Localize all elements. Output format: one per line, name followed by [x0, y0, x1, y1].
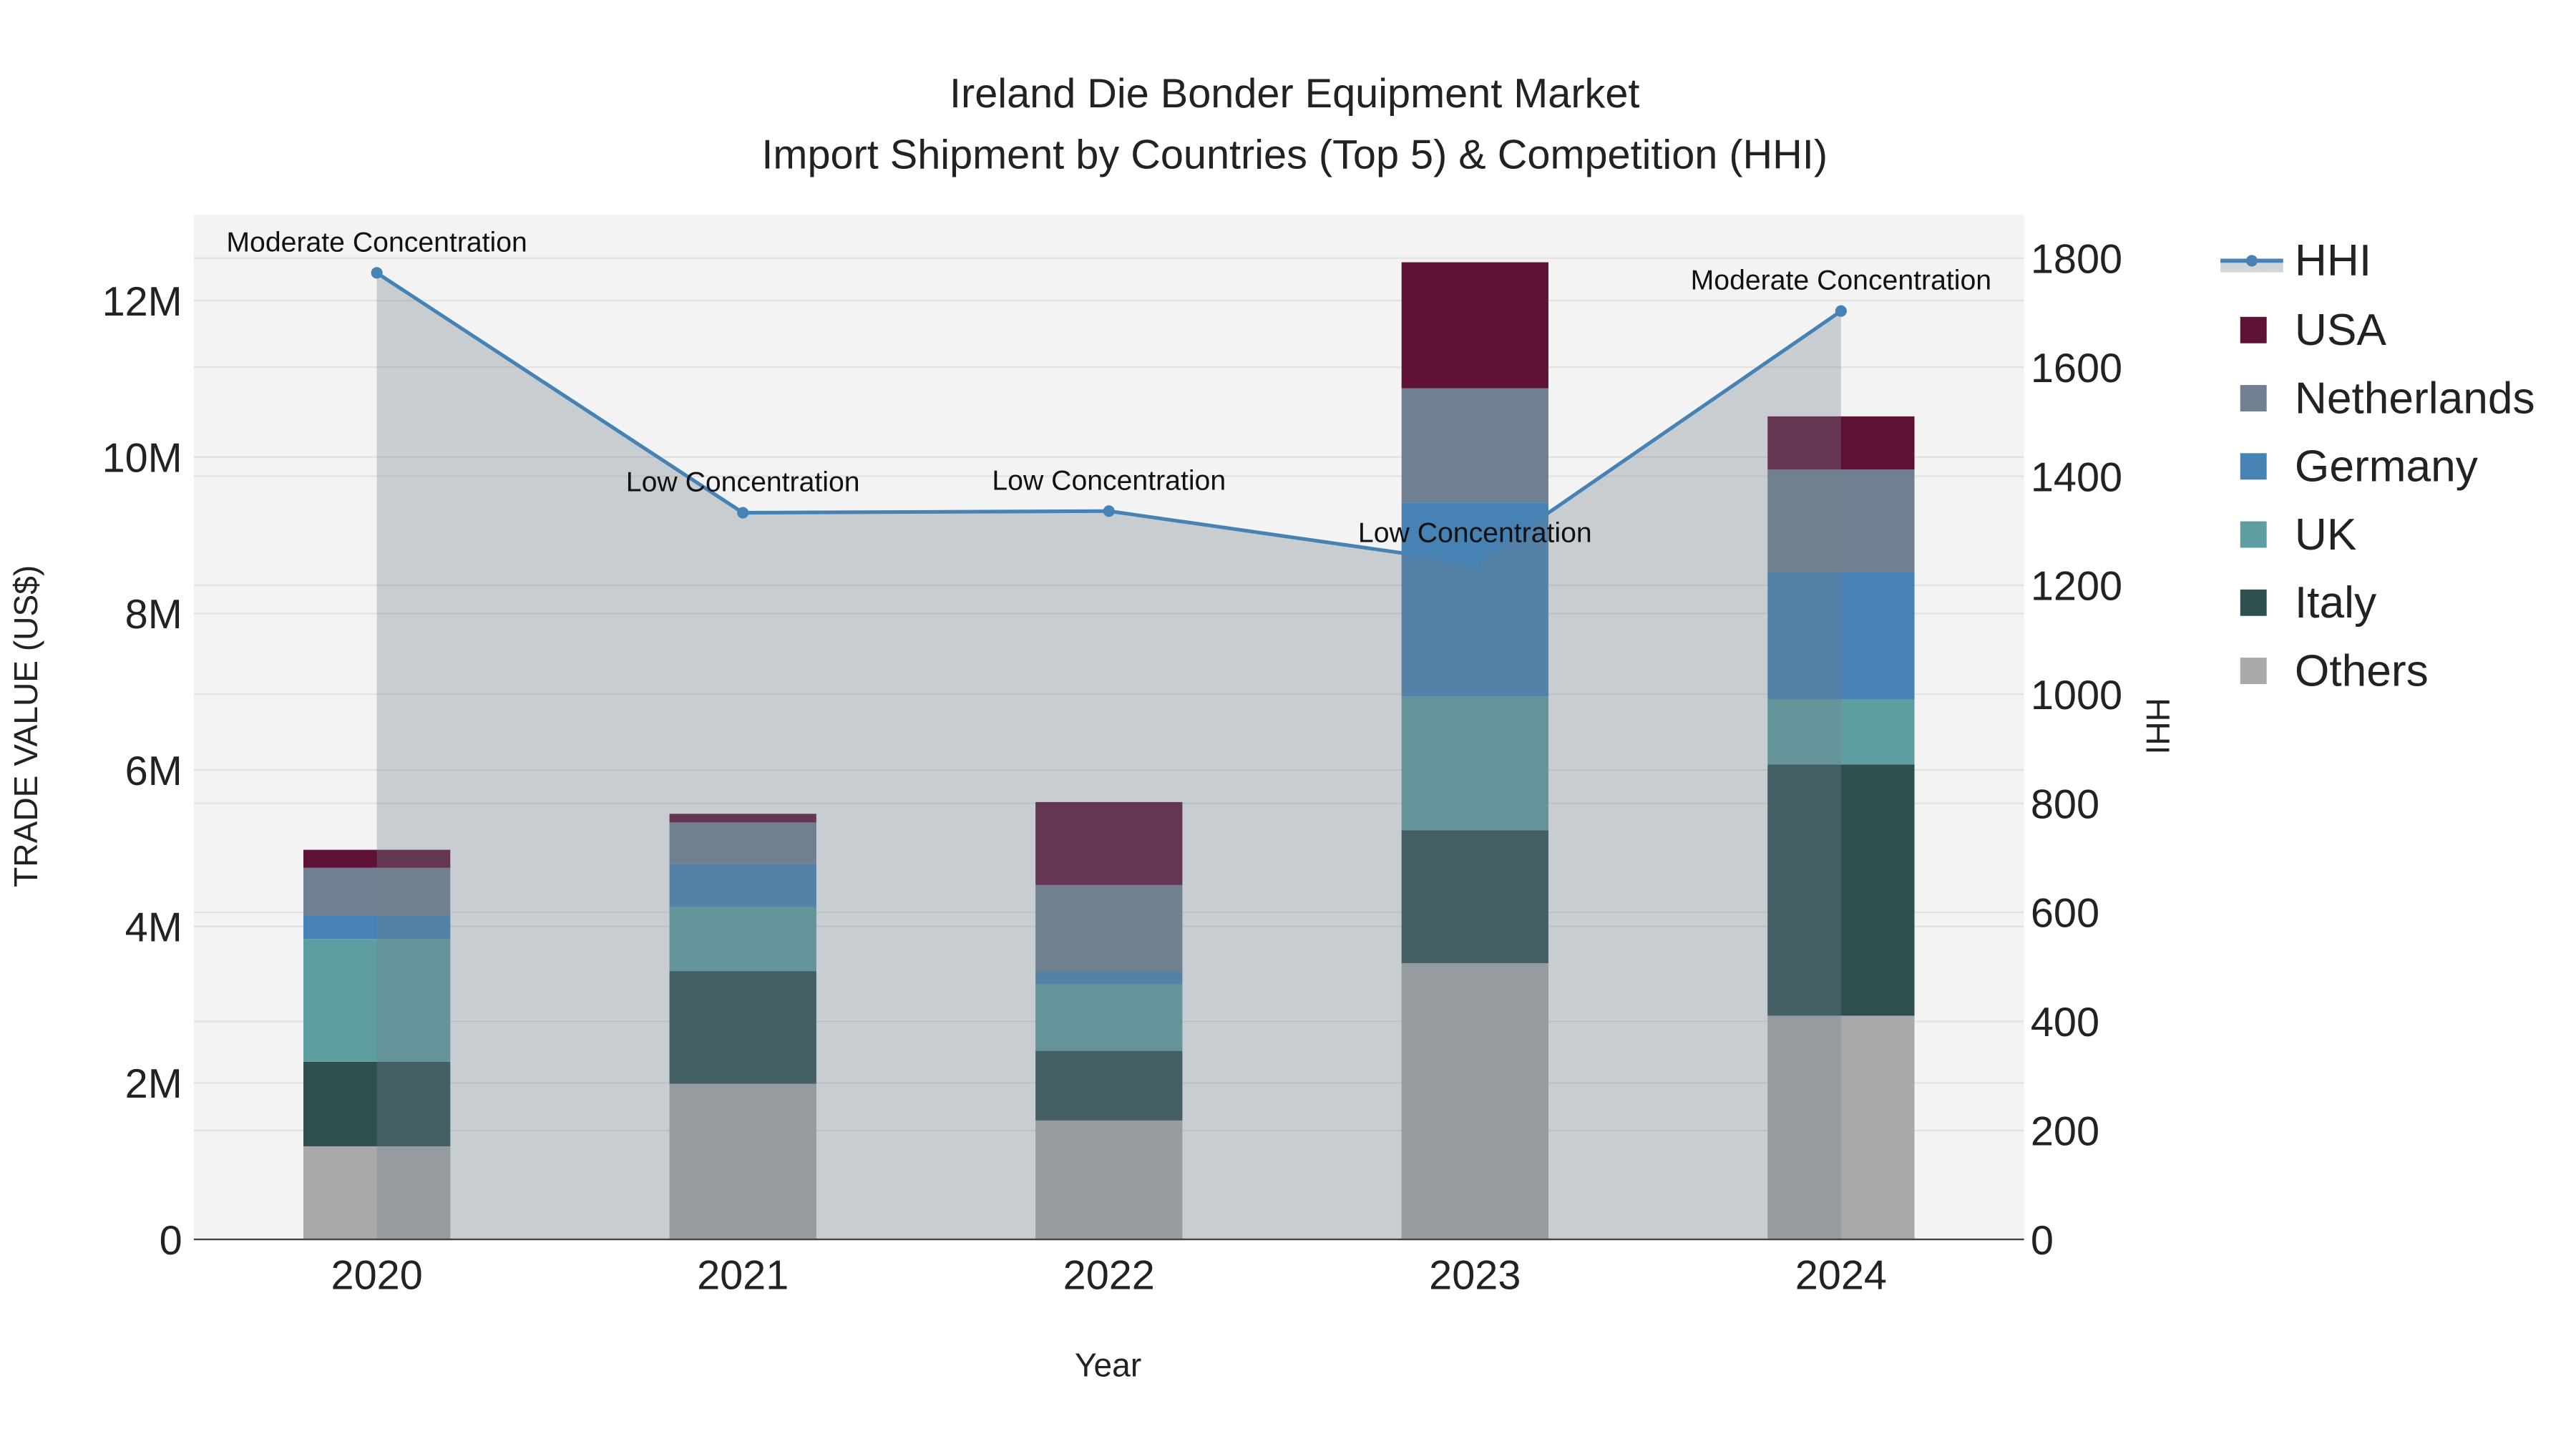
y2-tick-label: 1800	[2031, 237, 2122, 283]
legend-swatch-netherlands	[2240, 385, 2267, 411]
y2-tick-label: 400	[2031, 1000, 2099, 1045]
chart-title-line1: Ireland Die Bonder Equipment Market	[950, 71, 1639, 117]
y2-tick-label: 0	[2031, 1218, 2054, 1264]
y-tick-label: 10M	[102, 436, 182, 482]
x-tick-label: 2022	[1063, 1252, 1155, 1298]
y-tick-label: 4M	[125, 905, 182, 951]
hhi-point	[1103, 505, 1115, 517]
bar-usa-2023	[1401, 262, 1548, 389]
y2-tick-label: 1000	[2031, 673, 2122, 718]
y2-tick-label: 800	[2031, 781, 2099, 827]
hhi-point	[737, 507, 749, 519]
legend-swatch-italy	[2240, 589, 2267, 616]
y-axis-title: TRADE VALUE (US$)	[7, 565, 44, 887]
x-tick-label: 2021	[697, 1252, 789, 1298]
legend-swatch-usa	[2240, 316, 2267, 343]
y-tick-label: 8M	[125, 592, 182, 638]
legend-label-netherlands: Netherlands	[2295, 374, 2535, 423]
legend-label-others: Others	[2295, 646, 2429, 696]
y-tick-label: 12M	[102, 279, 182, 325]
legend-label-uk: UK	[2295, 510, 2357, 560]
x-tick-label: 2024	[1795, 1252, 1887, 1298]
x-tick-label: 2020	[331, 1252, 423, 1298]
hhi-annotation: Low Concentration	[1358, 517, 1592, 548]
hhi-annotation: Moderate Concentration	[1691, 265, 1991, 296]
legend-hhi-marker	[2245, 255, 2258, 267]
chart: 0 2M 4M 6M 8M 10M 12M 0 200 400 600 800 1000 1200 1400…	[7, 71, 2535, 1384]
y-tick-label: 2M	[125, 1061, 182, 1107]
x-tick-label: 2023	[1429, 1252, 1521, 1298]
hhi-point	[1835, 305, 1847, 317]
bar-netherlands-2023	[1401, 388, 1548, 503]
hhi-annotation: Moderate Concentration	[226, 227, 527, 258]
hhi-annotation: Low Concentration	[992, 465, 1226, 496]
y-tick-label: 0	[160, 1218, 182, 1264]
y2-tick-label: 200	[2031, 1108, 2099, 1154]
legend-label-usa: USA	[2295, 306, 2386, 355]
legend-label-hhi: HHI	[2295, 236, 2371, 286]
y2-tick-label: 600	[2031, 891, 2099, 937]
hhi-annotation: Low Concentration	[626, 467, 860, 498]
y2-axis-title: HHI	[2139, 698, 2176, 754]
legend-swatch-uk	[2240, 521, 2267, 548]
legend-swatch-others	[2240, 658, 2267, 684]
legend-label-italy: Italy	[2295, 578, 2377, 628]
x-axis-title: Year	[1075, 1347, 1141, 1384]
legend-label-germany: Germany	[2295, 442, 2479, 492]
hhi-point	[1469, 557, 1481, 570]
legend-swatch-germany	[2240, 453, 2267, 480]
hhi-point	[371, 267, 383, 279]
y2-tick-label: 1600	[2031, 346, 2122, 391]
chart-title-line2: Import Shipment by Countries (Top 5) & C…	[761, 132, 1828, 177]
y2-tick-label: 1400	[2031, 454, 2122, 500]
y-tick-label: 6M	[125, 748, 182, 794]
y2-tick-label: 1200	[2031, 564, 2122, 610]
